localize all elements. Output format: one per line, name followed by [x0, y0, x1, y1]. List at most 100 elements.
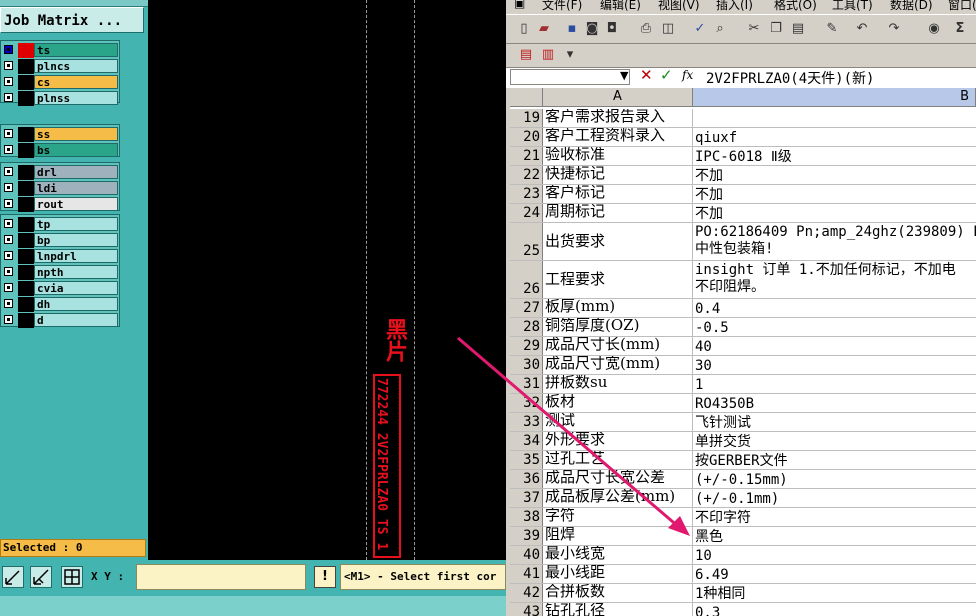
cell-a[interactable]: 钻孔孔径 [543, 603, 693, 616]
redo-icon[interactable]: ↷ [886, 21, 902, 37]
layer-name[interactable]: ss [34, 127, 118, 141]
layer-checkbox[interactable] [4, 77, 13, 86]
layer-name[interactable]: plncs [34, 59, 118, 73]
menu-edit[interactable]: 编辑(E) [600, 0, 641, 13]
cell-a[interactable]: 合拼板数 [543, 584, 693, 602]
cell-b[interactable]: 10 [693, 546, 976, 564]
layer-name[interactable]: d [34, 313, 118, 327]
row-number[interactable]: 22 [510, 166, 543, 184]
cell-b[interactable]: 单拼交货 [693, 432, 976, 450]
cell-a[interactable]: 最小线宽 [543, 546, 693, 564]
measure-tool-button[interactable] [30, 566, 52, 588]
layer-row-plncs[interactable]: plncs [1, 59, 121, 74]
cell-b[interactable]: 不印字符 [693, 508, 976, 526]
layer-row-drl[interactable]: drl [1, 165, 121, 180]
cell-a[interactable]: 出货要求 [543, 223, 693, 260]
row-number[interactable]: 42 [510, 584, 543, 602]
layer-checkbox[interactable] [4, 61, 13, 70]
new-file-icon[interactable]: ▯ [516, 21, 532, 37]
layer-name[interactable]: lnpdrl [34, 249, 118, 263]
menu-data[interactable]: 数据(D) [890, 0, 933, 13]
menu-view[interactable]: 视图(V) [658, 0, 700, 13]
cell-b[interactable]: 1 [693, 375, 976, 393]
cell-b[interactable]: 40 [693, 337, 976, 355]
layer-row-ts[interactable]: ts [1, 43, 121, 58]
cell-a[interactable]: 测试 [543, 413, 693, 431]
menu-window[interactable]: 窗口(W) [948, 0, 976, 13]
cell-a[interactable]: 铜箔厚度(OZ) [543, 318, 693, 336]
autosum-icon[interactable]: Σ [952, 21, 968, 37]
row-number[interactable]: 32 [510, 394, 543, 412]
layer-checkbox[interactable] [4, 299, 13, 308]
cell-a[interactable]: 工程要求 [543, 261, 693, 298]
name-box[interactable] [510, 69, 630, 85]
cell-a[interactable]: 成品尺寸长宽公差 [543, 470, 693, 488]
cell-a[interactable]: 字符 [543, 508, 693, 526]
cell-a[interactable]: 最小线距 [543, 565, 693, 583]
row-number[interactable]: 31 [510, 375, 543, 393]
row-number[interactable]: 38 [510, 508, 543, 526]
column-a-header[interactable]: A [543, 88, 693, 106]
layer-row-cvia[interactable]: cvia [1, 281, 121, 296]
row-number[interactable]: 25 [510, 223, 543, 260]
cell-grid[interactable]: 19 客户需求报告录入 20 客户工程资料录入 qiuxf 21 验收标准 IPC-6018 … [510, 107, 976, 616]
cell-b[interactable]: qiuxf [693, 128, 976, 146]
layer-checkbox[interactable] [4, 251, 13, 260]
row-number[interactable]: 26 [510, 261, 543, 298]
paste-icon[interactable]: ▤ [790, 21, 806, 37]
column-b-header[interactable]: B [693, 88, 976, 106]
layer-checkbox[interactable] [4, 183, 13, 192]
row-number[interactable]: 28 [510, 318, 543, 336]
layer-row-lnpdrl[interactable]: lnpdrl [1, 249, 121, 264]
row-number[interactable]: 36 [510, 470, 543, 488]
undo-icon[interactable]: ↶ [854, 21, 870, 37]
layer-checkbox[interactable] [4, 315, 13, 324]
cell-b[interactable]: 不加 [693, 185, 976, 203]
cell-a[interactable]: 成品尺寸长(mm) [543, 337, 693, 355]
row-number[interactable]: 39 [510, 527, 543, 545]
layer-name[interactable]: cvia [34, 281, 118, 295]
cell-a[interactable]: 拼板数su [543, 375, 693, 393]
layer-row-npth[interactable]: npth [1, 265, 121, 280]
row-number[interactable]: 33 [510, 413, 543, 431]
cell-b[interactable]: 0.3 [693, 603, 976, 616]
cancel-icon[interactable]: ✕ [640, 66, 653, 84]
cell-b[interactable]: 1种相同 [693, 584, 976, 602]
menu-insert[interactable]: 插入(I) [716, 0, 753, 13]
row-number[interactable]: 34 [510, 432, 543, 450]
cut-icon[interactable]: ✂ [746, 21, 762, 37]
row-number[interactable]: 20 [510, 128, 543, 146]
cell-b[interactable]: (+/-0.15mm) [693, 470, 976, 488]
cell-a[interactable]: 客户工程资料录入 [543, 128, 693, 146]
cell-a[interactable]: 成品板厚公差(mm) [543, 489, 693, 507]
cell-b[interactable]: 0.4 [693, 299, 976, 317]
save-icon[interactable]: ▪ [564, 21, 580, 37]
job-matrix-button[interactable]: Job Matrix ... [0, 7, 144, 33]
select-all-corner[interactable] [510, 88, 543, 106]
row-number[interactable]: 35 [510, 451, 543, 469]
cell-b[interactable]: RO4350B [693, 394, 976, 412]
layer-checkbox[interactable] [4, 45, 13, 54]
hyperlink-icon[interactable]: ◉ [926, 21, 942, 37]
pdf-mail-icon[interactable]: ▥ [540, 47, 556, 63]
row-number[interactable]: 21 [510, 147, 543, 165]
layer-name[interactable]: plnss [34, 91, 118, 105]
layer-name[interactable]: rout [34, 197, 118, 211]
spelling-icon[interactable]: ✓ [692, 21, 708, 37]
layer-name[interactable]: cs [34, 75, 118, 89]
cell-b[interactable]: (+/-0.1mm) [693, 489, 976, 507]
row-number[interactable]: 37 [510, 489, 543, 507]
row-number[interactable]: 43 [510, 603, 543, 616]
cell-a[interactable]: 板厚(mm) [543, 299, 693, 317]
layer-row-plnss[interactable]: plnss [1, 91, 121, 106]
grid-tool-button[interactable] [61, 566, 83, 588]
cell-a[interactable]: 客户需求报告录入 [543, 109, 693, 127]
layer-checkbox[interactable] [4, 129, 13, 138]
layer-name[interactable]: dh [34, 297, 118, 311]
row-number[interactable]: 24 [510, 204, 543, 222]
print-preview-icon[interactable]: ◫ [660, 21, 676, 37]
layer-checkbox[interactable] [4, 145, 13, 154]
row-number[interactable]: 30 [510, 356, 543, 374]
row-number[interactable]: 41 [510, 565, 543, 583]
formula-content[interactable]: 2V2FPRLZA0(4天件)(新) [706, 68, 874, 88]
